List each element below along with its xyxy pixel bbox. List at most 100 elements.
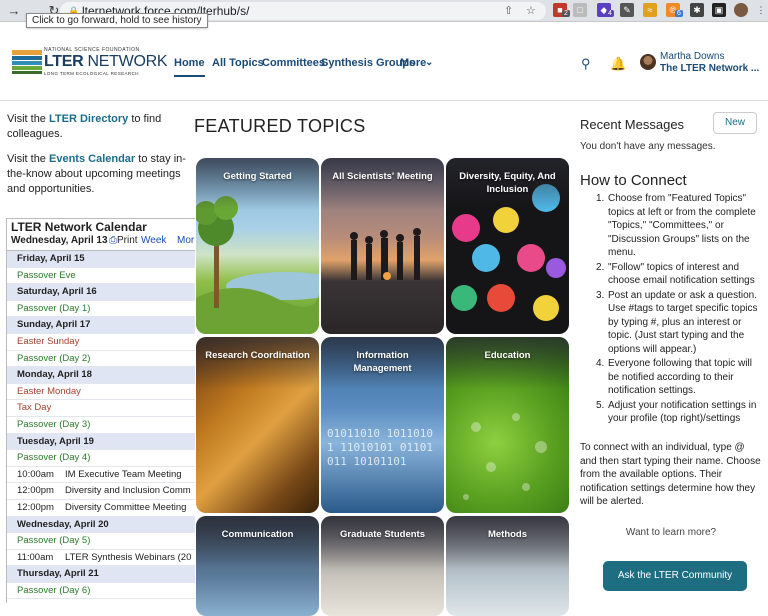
calendar-event[interactable]: Easter Monday [7, 384, 195, 401]
event-time: 10:00am [17, 468, 54, 480]
network-calendar: LTER Network Calendar Wednesday, April 1… [6, 218, 195, 603]
lter-logo[interactable]: NATIONAL SCIENCE FOUNDATION LTER NETWORK… [12, 47, 168, 77]
site-header: NATIONAL SCIENCE FOUNDATION LTER NETWORK… [0, 23, 768, 101]
directory-paragraph: Visit the LTER Directory to find colleag… [7, 113, 162, 140]
event-text: Passover (Day 5) [17, 535, 91, 547]
puzzle-icon[interactable]: ✱ [690, 3, 704, 17]
calendar-date: Wednesday, April 13 [11, 235, 108, 246]
bookmark-star-icon[interactable]: ☆ [526, 2, 536, 20]
sidebar-icon[interactable]: ▣ [712, 3, 726, 17]
calendar-month-tab[interactable]: Mor [177, 235, 194, 246]
calendar-day-header: Saturday, April 16 [7, 284, 195, 301]
featured-topics-title: FEATURED TOPICS [194, 116, 366, 136]
extension-icon[interactable]: ≈ [643, 3, 657, 17]
printer-icon: ⎙ [109, 235, 117, 246]
tile-label: Getting Started [223, 171, 292, 182]
calendar-event[interactable]: Passover (Day 5) [7, 533, 195, 550]
calendar-print-button[interactable]: ⎙Print [109, 235, 138, 246]
ask-community-button[interactable]: Ask the LTER Community [603, 561, 747, 591]
event-text: Friday, April 15 [17, 253, 85, 264]
event-text: Wednesday, April 20 [17, 518, 109, 530]
menu-icon[interactable]: ⋮ [754, 3, 768, 17]
calendar-event[interactable]: Tax Day [7, 400, 195, 417]
user-org[interactable]: The LTER Network ... [660, 63, 759, 74]
extension-badge: 6 [675, 10, 683, 17]
lter-directory-link[interactable]: LTER Directory [49, 113, 128, 125]
events-calendar-link[interactable]: Events Calendar [49, 153, 135, 165]
list-item: 3. Post an update or ask a question. Use … [596, 289, 758, 355]
new-message-button[interactable]: New [713, 112, 757, 134]
calendar-event[interactable]: Passover (Day 2) [7, 351, 195, 368]
event-text: Saturday, April 16 [17, 286, 97, 298]
profile-avatar-icon[interactable] [734, 3, 748, 17]
topic-tile-all-scientists-meeting[interactable]: All Scientists' Meeting [321, 158, 444, 334]
event-text: Passover Eve [17, 269, 76, 281]
tile-label: Methods [487, 529, 528, 540]
event-text: Passover (Day 1) [17, 302, 91, 314]
list-item: 1. Choose from "Featured Topics" topics a… [596, 193, 756, 258]
calendar-event[interactable]: 12:00pm Diversity Committee Meeting [7, 500, 195, 517]
extension-badge: 4 [606, 10, 614, 17]
logo-subtitle: LONG TERM ECOLOGICAL RESEARCH [44, 71, 139, 76]
document-icon[interactable]: □ [573, 3, 587, 17]
event-text: Easter Sunday [17, 335, 80, 347]
topic-tile-research-coordination[interactable]: Research Coordination [196, 337, 319, 513]
calendar-day-header: Tuesday, April 19 [7, 433, 195, 451]
lter-waves-icon [12, 50, 42, 74]
event-time: 11:00am [17, 551, 54, 563]
calendar-event[interactable]: Easter Sunday [7, 334, 195, 351]
event-text: Passover (Day 4) [17, 452, 91, 464]
tile-label: Research Coordination [205, 350, 310, 361]
topic-tile-graduate-students[interactable]: Graduate Students [321, 516, 444, 616]
event-text: Easter Monday [17, 385, 81, 397]
bell-icon[interactable]: 🔔 [610, 56, 626, 72]
back-icon[interactable]: → [6, 3, 22, 19]
nav-all-topics[interactable]: All Topics [212, 57, 264, 69]
recent-messages-title: Recent Messages [580, 117, 685, 132]
topic-tile-diversity-equity-inclusion[interactable]: Diversity, Equity, And Inclusion [446, 158, 569, 334]
connect-steps-list: 1. Choose from "Featured Topics" topics a… [580, 192, 762, 427]
calendar-event[interactable]: Passover Eve [7, 268, 195, 285]
calendar-event[interactable]: 12:00pm Diversity and Inclusion Comm [7, 483, 195, 500]
tile-label: All Scientists' Meeting [332, 171, 433, 182]
list-item: 5. Adjust your notification settings in y… [596, 399, 757, 425]
calendar-week-tab[interactable]: Week [141, 235, 166, 246]
calendar-day-header: Friday, April 15 [7, 251, 195, 268]
eyedropper-icon[interactable]: ✎ [620, 3, 634, 17]
extension-badge: 2 [562, 10, 570, 17]
calendar-toolbar: Wednesday, April 13 ⎙Print Week Mor [7, 235, 195, 251]
calendar-event[interactable]: Passover (Day 3) [7, 417, 195, 434]
nav-home[interactable]: Home [174, 57, 205, 77]
topic-tile-methods[interactable]: Methods [446, 516, 569, 616]
avatar[interactable] [640, 54, 656, 70]
binary-pattern: 01011010 10110101 11010101 01101011 1010… [327, 427, 433, 468]
event-text: Monday, April 18 [17, 369, 92, 381]
calendar-event[interactable]: 11:00am LTER Synthesis Webinars (20 [7, 550, 195, 567]
chevron-down-icon[interactable]: ⌄ [425, 57, 433, 68]
nav-committees[interactable]: Committees [262, 57, 325, 69]
event-text: Passover (Day 6) [17, 584, 91, 596]
topic-tile-information-management[interactable]: 01011010 10110101 11010101 01101011 1010… [321, 337, 444, 513]
user-name[interactable]: Martha Downs [660, 51, 724, 62]
calendar-event[interactable]: Passover (Day 1) [7, 301, 195, 318]
calendar-event[interactable]: Passover (Day 4) [7, 450, 195, 467]
share-icon[interactable]: ⇧ [504, 2, 513, 20]
list-item: 2. "Follow" topics of interest and choose… [596, 261, 755, 287]
calendar-event[interactable]: 10:00am IM Executive Team Meeting [7, 467, 195, 484]
list-item: 4. Everyone following that topic will be … [596, 358, 752, 396]
topic-tile-communication[interactable]: Communication [196, 516, 319, 616]
topic-tile-education[interactable]: Education [446, 337, 569, 513]
events-paragraph: Visit the Events Calendar to stay in-the… [7, 153, 186, 195]
tile-label: Communication [221, 529, 294, 540]
event-time: 12:00pm [17, 485, 54, 497]
learn-more-text: Want to learn more? [625, 527, 717, 538]
left-sidebar: Visit the LTER Directory to find colleag… [7, 112, 195, 207]
search-icon[interactable]: ⚲ [581, 56, 591, 72]
topic-tile-getting-started[interactable]: Getting Started [196, 158, 319, 334]
tile-label: Information Management [353, 350, 412, 374]
event-text: Passover (Day 2) [17, 352, 91, 364]
event-text: Tax Day [17, 402, 52, 414]
calendar-event[interactable]: Passover (Day 6) [7, 583, 195, 600]
nav-more[interactable]: More [400, 57, 426, 69]
event-text: Sunday, April 17 [17, 319, 91, 331]
